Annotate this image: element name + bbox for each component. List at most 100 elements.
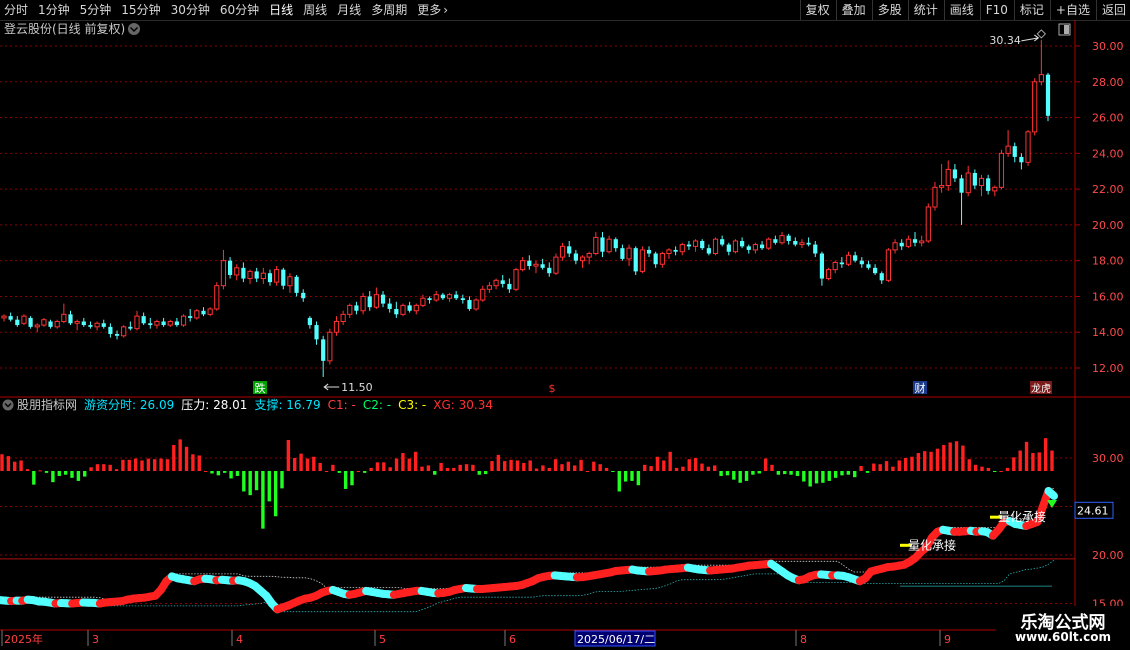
indicator-bar (223, 471, 227, 473)
indicator-bar (108, 464, 112, 471)
candle (21, 314, 27, 326)
indicator-bar (744, 471, 749, 481)
indicator-bar (808, 471, 812, 487)
candle (8, 312, 13, 322)
indicator-bar (541, 465, 545, 471)
indicator-bar (369, 467, 373, 471)
candle-body (593, 236, 599, 255)
candle-body (813, 244, 818, 254)
indicator-dropdown-icon[interactable] (2, 399, 14, 411)
time-axis-label: 4 (236, 633, 243, 646)
candle (547, 262, 552, 277)
candle-body (779, 235, 785, 244)
candle (553, 253, 559, 275)
candle-body (507, 283, 512, 290)
candle-body (845, 254, 852, 265)
candle-body (839, 262, 844, 265)
candle (380, 291, 386, 308)
candle (825, 267, 832, 281)
candle-body (387, 303, 392, 309)
indicator-bar (165, 459, 170, 471)
indicator-bar (420, 466, 424, 471)
indicator-bar (191, 454, 195, 471)
candle-body (606, 238, 612, 253)
candle-body (247, 270, 253, 280)
indicator-bar (483, 471, 488, 475)
indicator-bar (471, 464, 475, 471)
indicator-bar (57, 471, 61, 476)
candle (214, 282, 220, 311)
candle-body (1038, 74, 1044, 83)
candle-body (500, 280, 505, 284)
candle (321, 335, 326, 377)
indicator-bar (216, 471, 221, 476)
indicator-bar (439, 462, 443, 471)
indicator-bar (13, 461, 17, 471)
indicator-bar (89, 467, 93, 471)
candle (766, 237, 772, 250)
candle-body (180, 315, 187, 326)
candle (314, 321, 319, 345)
indicator-bar (318, 462, 322, 471)
candle-body (706, 248, 711, 254)
candle (1025, 130, 1031, 166)
candle (666, 248, 672, 259)
candle (281, 267, 286, 290)
title-dropdown-icon[interactable] (128, 23, 140, 35)
watermark-url: www.60lt.com (1014, 630, 1112, 644)
indicator-bar (324, 471, 329, 472)
candle-body (480, 288, 486, 301)
candle-body (586, 253, 592, 258)
indicator-bar (789, 471, 793, 475)
candle-body (94, 322, 100, 328)
candle (712, 237, 719, 256)
high-arrow (1021, 34, 1040, 42)
candle (959, 174, 964, 225)
indicator-bar (662, 460, 666, 471)
indicator-bar (433, 471, 437, 475)
candle (653, 251, 658, 268)
candle-body (773, 239, 778, 243)
candle (1032, 78, 1038, 136)
candle-body (547, 267, 552, 274)
candle-body (68, 314, 73, 324)
candle-body (978, 177, 985, 187)
candle (692, 239, 699, 252)
candle (520, 257, 526, 272)
candle (373, 287, 379, 309)
time-axis-label: 2025年 (4, 632, 43, 646)
price-tick-label: 30.00 (1092, 40, 1124, 53)
candle-body (793, 240, 798, 245)
indicator-bar (32, 471, 36, 485)
indicator-bar (1037, 452, 1041, 471)
indicator-bar (674, 467, 679, 471)
candle (892, 239, 898, 254)
candle-body (905, 238, 911, 247)
candle (866, 260, 871, 270)
candle (394, 301, 399, 318)
indicator-bar (617, 471, 621, 492)
candle-body (321, 339, 326, 361)
candle (446, 292, 453, 302)
candle-body (327, 331, 333, 362)
candle-body (925, 206, 931, 242)
indicator-bar (254, 471, 259, 491)
indicator-bar (102, 464, 106, 471)
candle-body (1019, 156, 1024, 163)
candle (234, 264, 240, 281)
time-axis-label: 3 (92, 633, 99, 646)
candle-body (579, 256, 586, 262)
candle-body (154, 320, 160, 326)
candle (786, 233, 791, 245)
candle (513, 267, 519, 292)
candle-body (1025, 131, 1031, 163)
indicator-bar (1050, 450, 1054, 471)
price-tick-label: 22.00 (1092, 183, 1124, 196)
indicator-readout: XG: 30.34 (433, 398, 493, 412)
indicator-bar (655, 456, 660, 471)
candle-body (553, 256, 559, 274)
candle-body (712, 238, 719, 255)
candle (992, 185, 998, 197)
candle (108, 323, 113, 338)
candle-body (646, 249, 652, 254)
